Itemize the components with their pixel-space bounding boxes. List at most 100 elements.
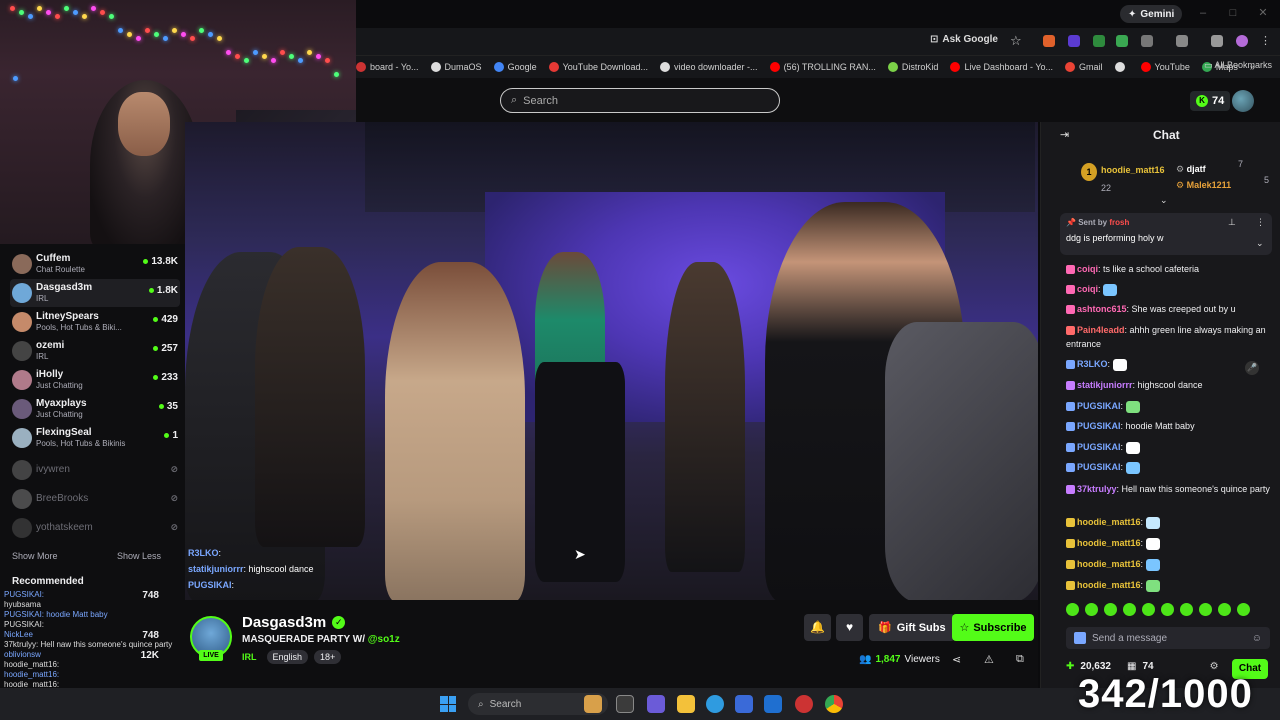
chat-message-input[interactable]: Send a message ☺	[1066, 627, 1270, 649]
bookmark-item[interactable]: YouTube Download...	[548, 62, 648, 72]
chat-message[interactable]: PUGSIKAI:	[1066, 460, 1272, 474]
maximize-icon[interactable]: □	[1226, 6, 1240, 20]
settings-gear-icon[interactable]: ⚙	[1210, 661, 1219, 672]
quick-emote-icon[interactable]	[1161, 603, 1174, 616]
sidebar-channel-offline[interactable]: BreeBrooks ⊘	[10, 485, 180, 513]
show-less-button[interactable]: Show Less	[117, 551, 161, 561]
recommended-row[interactable]: PUGSIKAI:	[4, 590, 44, 599]
pinned-message[interactable]: 📌 Sent by frosh ddg is performing holy w	[1060, 213, 1272, 255]
bookmark-item[interactable]: YouTube	[1140, 62, 1190, 72]
bookmark-item[interactable]: video downloader -...	[660, 62, 758, 72]
recommended-row[interactable]: hoodie_matt16:	[4, 660, 59, 669]
subscribe-button[interactable]: ☆ Subscribe	[952, 614, 1034, 641]
app-icon[interactable]	[795, 695, 813, 713]
unpin-icon[interactable]: ⊥	[1228, 217, 1236, 228]
chat-message[interactable]: hoodie_matt16:	[1066, 578, 1272, 592]
recommended-row[interactable]: NickLee	[4, 630, 33, 639]
chat-message[interactable]: coiqi: ts like a school cafeteria	[1066, 262, 1272, 276]
kick-points-badge[interactable]: K 74	[1190, 91, 1231, 111]
leaderboard-entry[interactable]: hoodie_matt16 22	[1101, 160, 1165, 196]
outlook-icon[interactable]	[764, 695, 782, 713]
bookmark-item[interactable]: (56) TROLLING RAN...	[769, 62, 876, 72]
collapse-chat-icon[interactable]: ⇥	[1060, 128, 1069, 141]
category-link[interactable]: IRL	[242, 652, 257, 662]
video-player[interactable]	[185, 122, 1038, 600]
chat-message[interactable]: R3LKO:	[1066, 357, 1272, 371]
chat-message[interactable]: ashtonc615: She was creeped out by u	[1066, 302, 1272, 316]
quick-emote-icon[interactable]	[1066, 603, 1079, 616]
widgets-icon[interactable]	[647, 695, 665, 713]
puzzle-icon[interactable]	[1141, 35, 1153, 47]
quick-emote-icon[interactable]	[1123, 603, 1136, 616]
sidebar-channel[interactable]: FlexingSeal Pools, Hot Tubs & Bikinis 1	[10, 424, 180, 452]
all-bookmarks-button[interactable]: ▭ All Bookmarks	[1204, 60, 1272, 71]
quick-emote-icon[interactable]	[1104, 603, 1117, 616]
sidebar-channel[interactable]: iHolly Just Chatting 233	[10, 366, 180, 394]
chat-message[interactable]: Pain4leadd: ahhh green line always makin…	[1066, 323, 1272, 351]
expand-chevron-icon[interactable]: ⌄	[1256, 238, 1264, 249]
recommended-row[interactable]: PUGSIKAI:	[4, 620, 44, 629]
chevron-down-icon[interactable]: ⌄	[1160, 195, 1168, 206]
quick-emote-icon[interactable]	[1180, 603, 1193, 616]
bookmark-star-icon[interactable]: ☆	[1010, 33, 1022, 49]
title-mention-link[interactable]: @so1z	[368, 634, 400, 645]
share-icon[interactable]: ⋖	[952, 653, 961, 666]
store-icon[interactable]	[735, 695, 753, 713]
extension-icon[interactable]	[1116, 35, 1128, 47]
bookmark-item[interactable]	[1114, 62, 1129, 72]
bookmark-item[interactable]: Gmail	[1065, 62, 1103, 72]
chat-message[interactable]: hoodie_matt16:	[1066, 536, 1272, 550]
show-more-button[interactable]: Show More	[12, 551, 58, 561]
quick-emote-icon[interactable]	[1199, 603, 1212, 616]
user-avatar[interactable]	[1232, 90, 1254, 112]
chat-message[interactable]: coiqi:	[1066, 282, 1272, 296]
search-input[interactable]: ⌕ Search	[500, 88, 780, 113]
bookmark-item[interactable]: DistroKid	[887, 62, 938, 72]
sidebar-channel[interactable]: Myaxplays Just Chatting 35	[10, 395, 180, 423]
leaderboard-entry[interactable]: ⚙ Malek1211 5	[1176, 175, 1269, 193]
more-options-icon[interactable]: ⋮	[1256, 217, 1265, 228]
chat-message[interactable]: hoodie_matt16:	[1066, 557, 1272, 571]
chat-message[interactable]: 37ktrulyy: Hell naw this someone's quinc…	[1066, 482, 1272, 496]
sidebar-channel-offline[interactable]: ivywren ⊘	[10, 456, 180, 484]
recommended-row[interactable]: hoodie_matt16:	[4, 670, 59, 679]
chat-message[interactable]: PUGSIKAI:	[1066, 399, 1272, 413]
extension-icon[interactable]	[1043, 35, 1055, 47]
tag-language[interactable]: English	[266, 650, 309, 664]
sidebar-channel[interactable]: Cuffem Chat Roulette 13.8K	[10, 250, 180, 278]
chat-message[interactable]: statikjuniorrr: highscool dance	[1066, 378, 1272, 392]
chat-message[interactable]: PUGSIKAI: hoodie Matt baby	[1066, 419, 1272, 433]
task-view-icon[interactable]	[616, 695, 634, 713]
recommended-row[interactable]: oblivionsw	[4, 650, 41, 659]
profile-icon[interactable]	[1236, 35, 1248, 47]
edge-browser-icon[interactable]	[706, 695, 724, 713]
recommended-row[interactable]: PUGSIKAI: hoodie Matt baby	[4, 610, 108, 619]
sidebar-channel[interactable]: ozemi IRL 257	[10, 337, 180, 365]
quick-emote-icon[interactable]	[1218, 603, 1231, 616]
bookmark-item[interactable]: Live Dashboard - Yo...	[950, 62, 1053, 72]
chat-message[interactable]: PUGSIKAI:	[1066, 440, 1272, 454]
sidebar-channel[interactable]: Dasgasd3m IRL 1.8K	[10, 279, 180, 307]
bookmark-item[interactable]: board - Yo...	[356, 62, 419, 72]
windows-start-icon[interactable]	[440, 696, 456, 712]
recommended-row[interactable]: hyubsama	[4, 600, 41, 609]
report-warning-icon[interactable]: ⚠	[984, 653, 994, 666]
extension-icon[interactable]	[1093, 35, 1105, 47]
minimize-icon[interactable]: –	[1196, 6, 1210, 20]
recommended-row[interactable]: 37ktrulyy: Hell naw this someone's quinc…	[4, 640, 172, 649]
sidebar-channel-offline[interactable]: yothatskeem ⊘	[10, 514, 180, 542]
chrome-browser-icon[interactable]	[825, 695, 843, 713]
clip-icon[interactable]: ⧉	[1016, 653, 1024, 666]
chat-message[interactable]: hoodie_matt16:	[1066, 515, 1272, 529]
gift-subs-button[interactable]: 🎁 Gift Subs	[869, 614, 955, 641]
ask-google-button[interactable]: ⊡ Ask Google	[930, 34, 998, 45]
microphone-icon[interactable]: 🎤	[1245, 361, 1259, 375]
extension-icon[interactable]	[1068, 35, 1080, 47]
streamer-name[interactable]: Dasgasd3m ✓	[242, 614, 346, 631]
bookmark-item[interactable]: DumaOS	[430, 62, 482, 72]
emoji-icon[interactable]: ☺	[1252, 633, 1262, 644]
quick-emote-icon[interactable]	[1237, 603, 1250, 616]
menu-lines-icon[interactable]	[1211, 35, 1223, 47]
notification-bell-icon[interactable]: 🔔	[804, 614, 831, 641]
taskbar-app-icon[interactable]	[584, 695, 602, 713]
